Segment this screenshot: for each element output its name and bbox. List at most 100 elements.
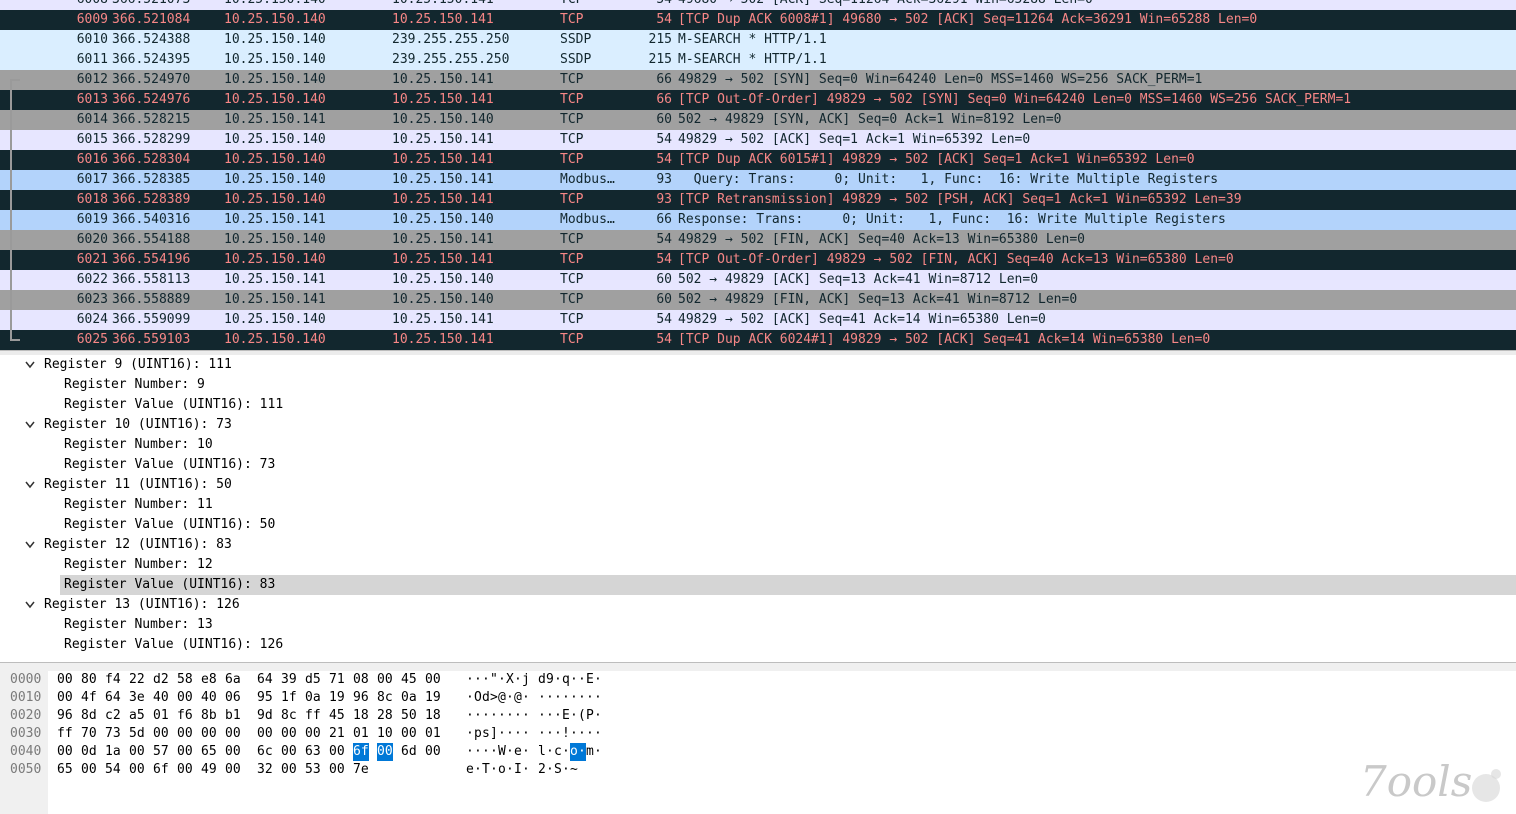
hex-byte[interactable]: d2 [153,671,169,689]
tree-item[interactable]: Register Value (UINT16): 111 [0,395,1516,415]
ascii-char[interactable]: · [546,761,554,779]
hex-byte[interactable]: c2 [105,707,121,725]
ascii-char[interactable]: · [514,707,522,725]
ascii-char[interactable]: · [466,671,474,689]
ascii-char[interactable]: · [490,761,498,779]
ascii-char[interactable]: X [506,671,514,689]
hex-byte[interactable]: 39 [281,671,297,689]
ascii-char[interactable]: @ [514,689,522,707]
hex-byte[interactable]: 95 [257,689,273,707]
hex-byte[interactable]: 00 [425,743,441,761]
hex-byte[interactable]: 22 [129,671,145,689]
ascii-char[interactable]: · [506,689,514,707]
ascii-char[interactable]: · [562,689,570,707]
ascii-char[interactable]: · [594,725,602,743]
ascii-char[interactable]: P [586,707,594,725]
tree-item[interactable]: Register Number: 10 [0,435,1516,455]
packet-row[interactable]: 6009 366.521084 10.25.150.140 10.25.150.141… [0,10,1516,30]
ascii-char[interactable]: S [554,761,562,779]
ascii-char[interactable]: · [578,671,586,689]
ascii-char[interactable]: · [466,689,474,707]
hex-byte[interactable]: 00 [329,743,345,761]
hex-byte[interactable]: 3e [129,689,145,707]
hex-byte[interactable]: 64 [105,689,121,707]
hex-byte[interactable]: 49 [201,761,217,779]
ascii-char[interactable]: · [546,707,554,725]
ascii-char[interactable]: ! [562,725,570,743]
hex-byte[interactable]: 00 [225,761,241,779]
ascii-char[interactable]: · [522,743,530,761]
hex-byte[interactable]: 9d [257,707,273,725]
packet-row[interactable]: 6016 366.528304 10.25.150.140 10.25.150.141… [0,150,1516,170]
ascii-char[interactable]: · [522,707,530,725]
hex-byte[interactable]: 64 [257,671,273,689]
ascii-char[interactable]: m [586,743,594,761]
ascii-char[interactable]: · [490,743,498,761]
ascii-char[interactable]: · [498,671,506,689]
hex-byte[interactable]: 00 [177,725,193,743]
ascii-char[interactable]: · [474,707,482,725]
ascii-char[interactable]: · [522,761,530,779]
hex-byte[interactable]: 32 [257,761,273,779]
hex-byte[interactable]: 18 [353,707,369,725]
hex-byte[interactable]: ff [305,707,321,725]
ascii-char[interactable]: > [490,689,498,707]
tree-item[interactable]: Register Number: 13 [0,615,1516,635]
packet-list[interactable]: 6008 366.521073 10.25.150.140 10.25.150.141… [0,0,1516,350]
ascii-char[interactable]: · [562,743,570,761]
ascii-char[interactable]: · [466,743,474,761]
ascii-char[interactable]: · [522,725,530,743]
hex-byte[interactable]: 96 [353,689,369,707]
ascii-char[interactable]: " [490,671,498,689]
ascii-char[interactable]: · [586,725,594,743]
ascii-char[interactable]: · [498,707,506,725]
hex-byte[interactable]: 10 [377,725,393,743]
ascii-char[interactable]: · [514,671,522,689]
hex-byte[interactable]: f6 [177,707,193,725]
ascii-char[interactable]: · [578,689,586,707]
packet-row[interactable]: 6008 366.521073 10.25.150.140 10.25.150.141… [0,0,1516,10]
hex-byte[interactable]: 6a [225,671,241,689]
hex-byte[interactable]: 54 [105,761,121,779]
hex-byte[interactable]: 00 [81,761,97,779]
tree-item[interactable]: Register Value (UINT16): 83 [0,575,1516,595]
hex-byte[interactable]: 19 [425,689,441,707]
packet-row[interactable]: 6011 366.524395 10.25.150.140 239.255.255.2… [0,50,1516,70]
ascii-char[interactable]: · [570,725,578,743]
ascii-char[interactable]: e [466,761,474,779]
packet-row[interactable]: 6021 366.554196 10.25.150.140 10.25.150.141… [0,250,1516,270]
ascii-char[interactable]: · [546,689,554,707]
ascii-char[interactable]: · [546,743,554,761]
hex-byte[interactable]: 73 [105,725,121,743]
packet-row[interactable]: 6020 366.554188 10.25.150.140 10.25.150.141… [0,230,1516,250]
tree-item[interactable]: Register Value (UINT16): 50 [0,515,1516,535]
ascii-char[interactable]: · [554,671,562,689]
packet-row[interactable]: 6019 366.540316 10.25.150.141 10.25.150.140… [0,210,1516,230]
hex-byte[interactable]: 6f [153,761,169,779]
tree-item[interactable]: Register 13 (UINT16): 126 [0,595,1516,615]
packet-details-pane[interactable]: Register 9 (UINT16): 111 Register Number:… [0,354,1516,664]
packet-row[interactable]: 6010 366.524388 10.25.150.140 239.255.255.2… [0,30,1516,50]
packet-row[interactable]: 6018 366.528389 10.25.150.140 10.25.150.141… [0,190,1516,210]
ascii-char[interactable]: 9 [546,671,554,689]
hex-byte[interactable]: 00 [129,761,145,779]
ascii-char[interactable]: I [514,761,522,779]
ascii-char[interactable]: ~ [570,761,578,779]
ascii-char[interactable]: j [522,671,530,689]
hex-byte[interactable]: 8d [81,707,97,725]
hex-byte[interactable]: 00 [377,743,393,761]
ascii-char[interactable]: p [474,725,482,743]
ascii-char[interactable]: · [586,689,594,707]
hex-byte[interactable]: 00 [57,689,73,707]
hex-byte[interactable]: b1 [225,707,241,725]
hex-byte[interactable]: 00 [377,671,393,689]
hex-byte[interactable]: 6c [257,743,273,761]
hex-byte[interactable]: ff [57,725,73,743]
packet-row[interactable]: 6024 366.559099 10.25.150.140 10.25.150.141… [0,310,1516,330]
ascii-char[interactable]: o [570,743,578,761]
tree-item[interactable]: Register 12 (UINT16): 83 [0,535,1516,555]
ascii-char[interactable]: · [562,761,570,779]
hex-byte[interactable]: 71 [329,671,345,689]
ascii-char[interactable]: · [522,689,530,707]
ascii-char[interactable]: · [506,725,514,743]
